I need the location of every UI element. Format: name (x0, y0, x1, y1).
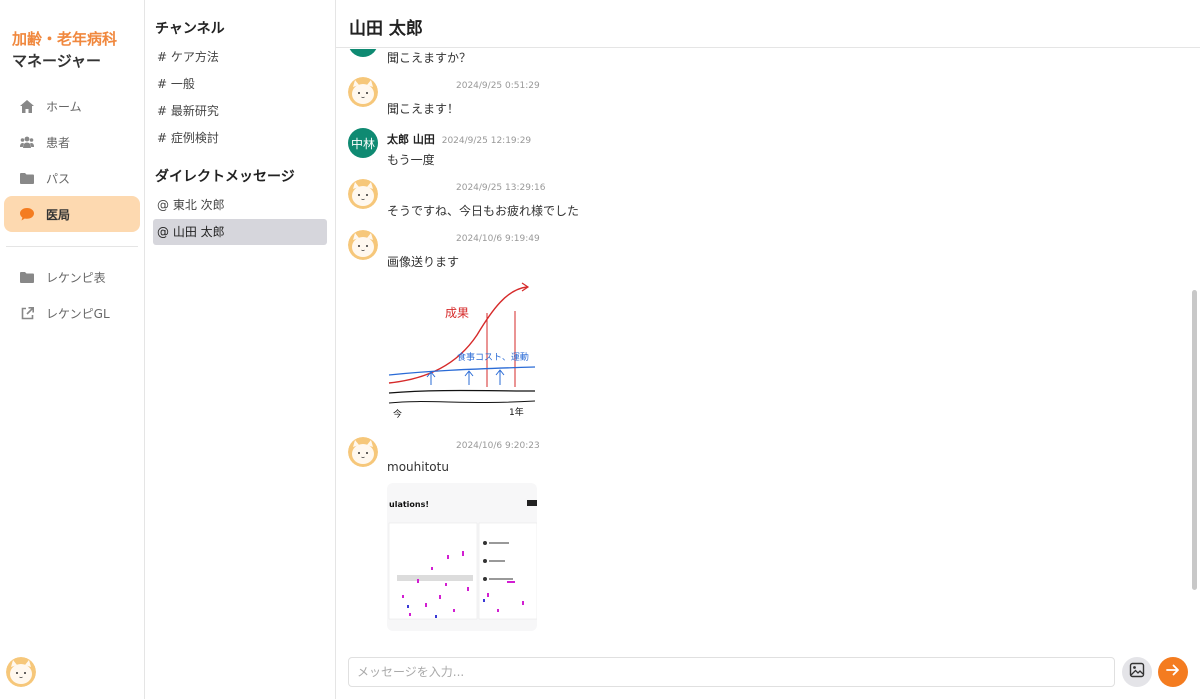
channel-item-cases[interactable]: # 症例検討 (153, 125, 327, 151)
nav-list: ホーム 患者 パス 医局 (0, 88, 144, 232)
message-text: 画像送ります (387, 255, 460, 269)
channel-item-care[interactable]: # ケア方法 (153, 44, 327, 70)
avatar (348, 230, 378, 260)
avatar (348, 49, 378, 57)
message-time: 2024/9/25 12:19:29 (441, 136, 532, 146)
image-heading: ulations! (389, 500, 429, 509)
avatar (348, 77, 378, 107)
app-window: 加齢・老年病科 マネージャー ホーム 患者 パス 医局 レケンピ表 レケンピGL… (0, 0, 1200, 699)
nav-item-path[interactable]: パス (4, 160, 140, 196)
nav-item-label: 患者 (46, 135, 71, 150)
message-input[interactable] (348, 657, 1115, 687)
message-author: 太郎 山田 (387, 133, 435, 146)
channel-item-research[interactable]: # 最新研究 (153, 98, 327, 124)
channel-item-general[interactable]: # 一般 (153, 71, 327, 97)
image-line-label: 食事コスト、運動 (457, 351, 529, 363)
channel-panel: チャンネル # ケア方法 # 一般 # 最新研究 # 症例検討 ダイレクトメッセ… (145, 0, 336, 699)
brand-title: 加齢・老年病科 (12, 30, 118, 48)
nav-item-patients[interactable]: 患者 (4, 124, 140, 160)
users-icon (20, 135, 34, 149)
nav-divider (6, 246, 138, 247)
external-link-icon (20, 306, 34, 320)
message-text: 聞こえますか？ (387, 51, 472, 65)
image-attachment[interactable]: ulations! (387, 483, 537, 631)
folder-icon (20, 270, 34, 284)
image-curve-label: 成果 (445, 306, 469, 320)
image-start-label: 今 (393, 408, 402, 420)
nav-list-secondary: レケンピ表 レケンピGL (0, 259, 144, 331)
brand-subtitle: マネージャー (12, 52, 101, 70)
image-attachment[interactable]: 成果 食事コスト、運動 今 1年 (387, 275, 537, 423)
message-text: そうですね、今日もお疲れ様でした (387, 204, 580, 218)
message-time: 2024/10/6 9:19:49 (456, 234, 540, 244)
main-sidebar: 加齢・老年病科 マネージャー ホーム 患者 パス 医局 レケンピ表 レケンピGL (0, 0, 145, 699)
arrow-right-icon (1165, 662, 1181, 682)
chat-main: 山田 太郎 聞こえますか？ 2024/9/25 0:51:29 聞こえます！ 中… (336, 0, 1200, 699)
message-time: 2024/9/25 0:51:29 (456, 81, 540, 91)
message-text: mouhitotu (387, 460, 449, 474)
scrollbar[interactable] (1192, 290, 1197, 590)
message-composer (348, 645, 1200, 699)
avatar (348, 179, 378, 209)
chat-title: 山田 太郎 (336, 0, 1200, 48)
nav-item-ikyoku[interactable]: 医局 (4, 196, 140, 232)
message-time: 2024/9/25 13:29:16 (456, 183, 546, 193)
message-text: もう一度 (387, 153, 435, 167)
home-icon (20, 99, 34, 113)
user-avatar[interactable] (6, 657, 36, 687)
message-list[interactable]: 聞こえますか？ 2024/9/25 0:51:29 聞こえます！ 中林 太郎 山… (336, 49, 1200, 645)
dm-item-yamada[interactable]: @ 山田 太郎 (153, 219, 327, 245)
nav-item-label: レケンピ表 (46, 270, 106, 285)
nav-item-label: 医局 (46, 207, 71, 222)
dm-item-tohoku[interactable]: @ 東北 次郎 (153, 192, 327, 218)
nav-item-label: レケンピGL (46, 306, 110, 321)
message-time: 2024/10/6 9:20:23 (456, 441, 540, 451)
avatar: 中林 (348, 128, 378, 158)
nav-item-home[interactable]: ホーム (4, 88, 140, 124)
nav-item-rekenpi-table[interactable]: レケンピ表 (4, 259, 140, 295)
image-icon (1129, 662, 1145, 682)
chat-bubble-icon (20, 207, 34, 221)
channels-heading: チャンネル (155, 21, 225, 37)
send-button[interactable] (1158, 657, 1188, 687)
image-end-label: 1年 (509, 406, 524, 418)
avatar (348, 437, 378, 467)
message-meta: 太郎 山田 2024/9/25 12:19:29 (387, 131, 531, 147)
nav-item-label: ホーム (46, 99, 82, 114)
dm-heading: ダイレクトメッセージ (155, 169, 295, 185)
message-text: 聞こえます！ (387, 102, 460, 116)
brand: 加齢・老年病科 マネージャー (0, 0, 144, 72)
folder-icon (20, 171, 34, 185)
nav-item-label: パス (46, 171, 71, 186)
nav-item-rekenpi-gl[interactable]: レケンピGL (4, 295, 140, 331)
attach-image-button[interactable] (1122, 657, 1152, 687)
